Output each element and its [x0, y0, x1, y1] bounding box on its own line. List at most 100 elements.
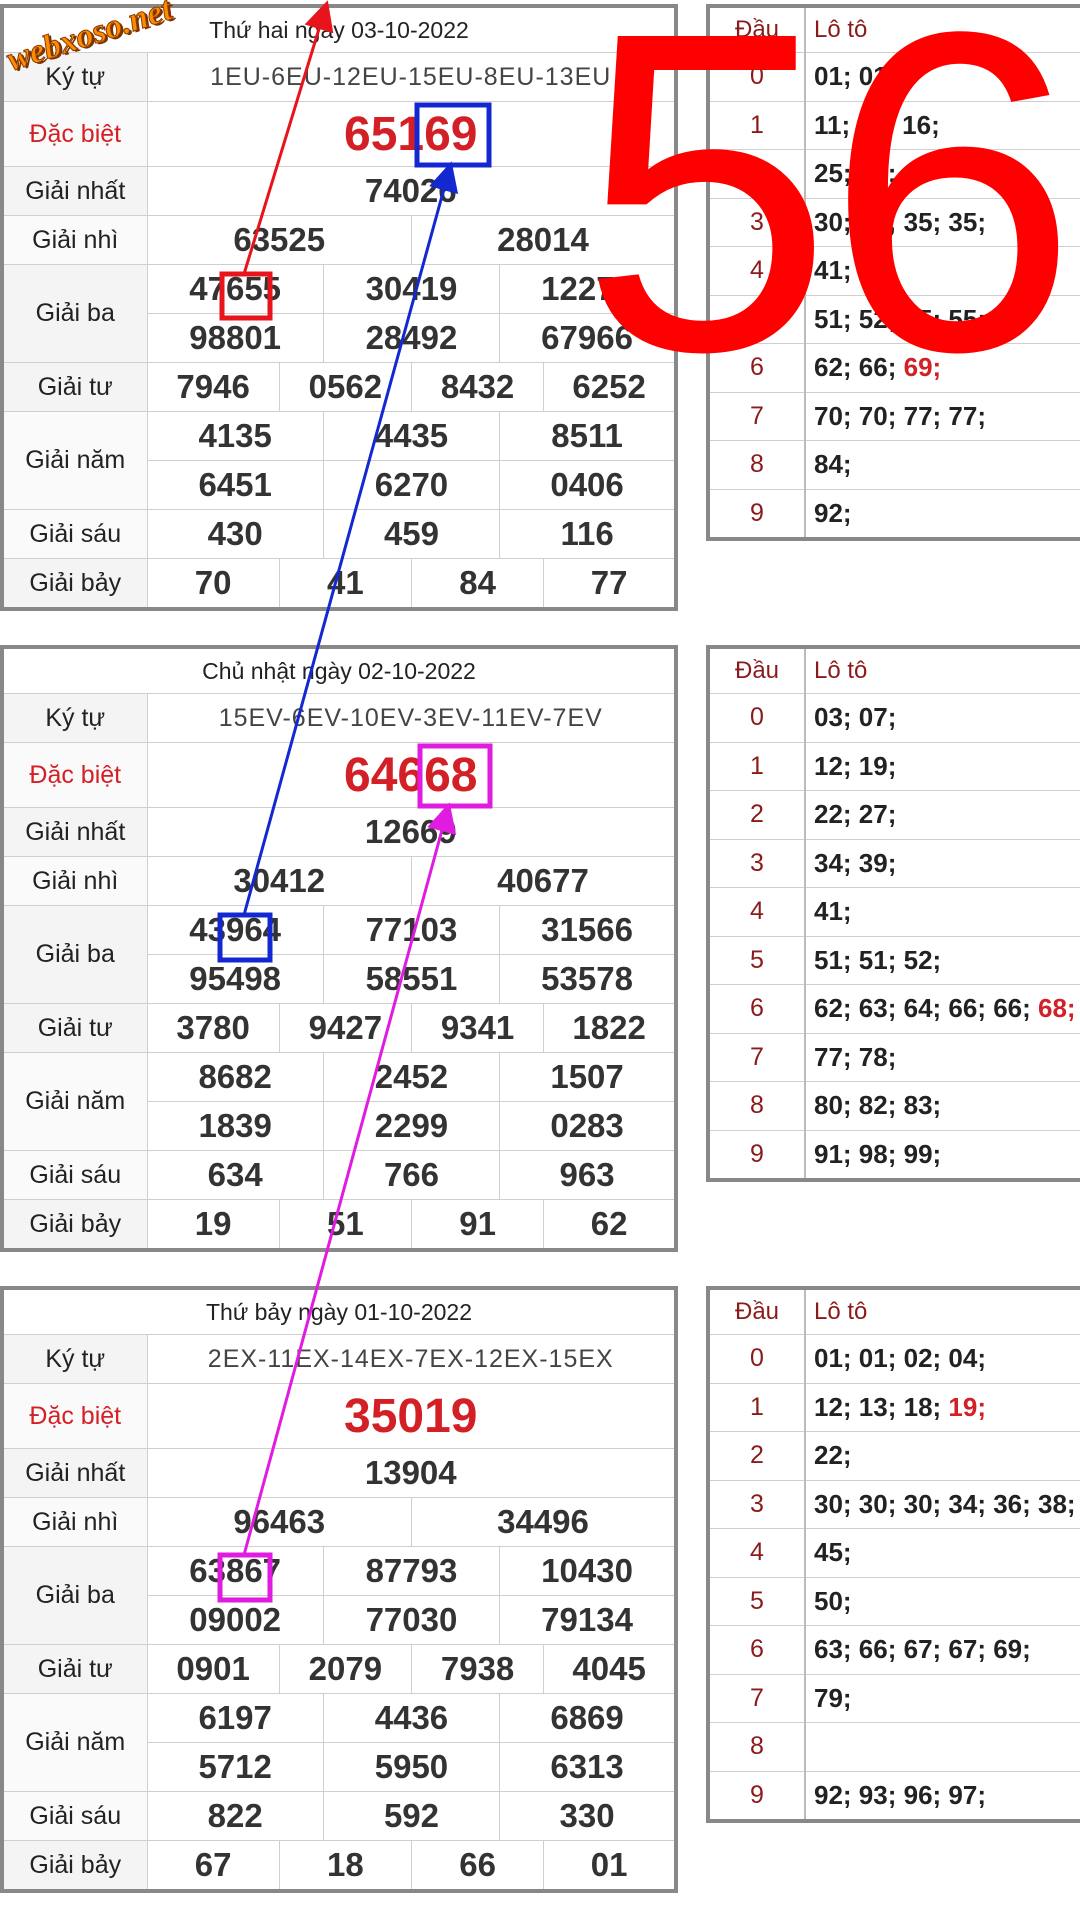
fifth-prize: 6313: [499, 1742, 677, 1792]
label-giai-nhi: Giải nhì: [1, 1497, 148, 1547]
first-prize: 74026: [146, 166, 677, 216]
loto-values-text: 22;: [814, 1440, 852, 1471]
loto-values: 92; 93; 96; 97;: [805, 1771, 1080, 1822]
loto-values: 30; 32; 35; 35;: [805, 198, 1080, 247]
seventh-prize: 91: [410, 1199, 545, 1251]
third-prize: 77030: [322, 1595, 501, 1645]
loto-values-text: 41;: [814, 255, 852, 286]
loto-row: 3 34; 39;: [708, 839, 1080, 888]
loto-values-text: 92;: [814, 497, 852, 528]
dau-digit: 3: [708, 1480, 806, 1529]
third-prize: 77103: [322, 905, 501, 955]
label-giai-tu: Giải tư: [1, 1644, 148, 1694]
date-title: Chủ nhật ngày 02-10-2022: [1, 646, 677, 694]
second-prize: 30412: [146, 856, 412, 906]
dau-digit: 7: [708, 392, 806, 441]
loto-row: 9 91; 98; 99;: [708, 1130, 1080, 1181]
loto-values-text: 92; 93; 96; 97;: [814, 1779, 986, 1810]
first-prize: 12669: [146, 807, 677, 857]
loto-row: 1 11; 14; 16;: [708, 101, 1080, 150]
seventh-prize: 62: [543, 1199, 677, 1251]
loto-values: 51; 52; 55; 55;: [805, 295, 1080, 344]
third-prize: 47655: [146, 264, 324, 314]
dau-digit: 5: [708, 936, 806, 985]
fifth-prize: 4135: [146, 411, 324, 461]
dau-digit: 0: [708, 1334, 806, 1384]
label-giai-sau: Giải sáu: [1, 1791, 148, 1841]
third-prize: 67966: [499, 313, 677, 363]
loto-values-text: 77; 78;: [814, 1041, 897, 1072]
loto-values: 22;: [805, 1431, 1080, 1481]
third-prize: 63867: [146, 1546, 324, 1596]
sixth-prize: 592: [322, 1791, 501, 1841]
loto-values: 77; 78;: [805, 1033, 1080, 1082]
dau-digit: 0: [708, 693, 806, 743]
loto-values: 45;: [805, 1528, 1080, 1578]
third-prize: 87793: [322, 1546, 501, 1596]
first-prize: 13904: [146, 1448, 677, 1498]
fifth-prize: 2299: [322, 1101, 501, 1151]
loto-row: 8: [708, 1722, 1080, 1772]
fifth-prize: 0406: [499, 460, 677, 510]
third-prize: 09002: [146, 1595, 324, 1645]
loto-values-text: 45;: [814, 1537, 852, 1568]
loto-values: 80; 82; 83;: [805, 1081, 1080, 1131]
dau-header: Đầu: [708, 1288, 806, 1335]
loto-values-text: 25; 26;: [814, 158, 897, 189]
label-giai-bay: Giải bảy: [1, 558, 148, 610]
special-prize: 35019: [146, 1383, 677, 1449]
dau-digit: 9: [708, 1130, 806, 1181]
loto-values-text: 62; 63; 64; 66; 66;: [814, 993, 1039, 1024]
sixth-prize: 822: [146, 1791, 324, 1841]
dau-digit: 7: [708, 1033, 806, 1082]
loto-values: [805, 1722, 1080, 1772]
dau-header: Đầu: [708, 647, 806, 694]
dau-digit: 0: [708, 52, 806, 102]
dau-digit: 2: [708, 149, 806, 199]
fourth-prize: 8432: [410, 362, 545, 412]
fourth-prize: 9341: [410, 1003, 545, 1053]
loto-row: 5 50;: [708, 1577, 1080, 1626]
fourth-prize: 9427: [278, 1003, 412, 1053]
dau-digit: 5: [708, 1577, 806, 1626]
loto-row: 3 30; 30; 30; 34; 36; 38;: [708, 1480, 1080, 1529]
loto-row: 5 51; 52; 55; 55;: [708, 295, 1080, 344]
loto-values: 22; 27;: [805, 790, 1080, 840]
loto-values-text: 11; 14; 16;: [814, 109, 940, 140]
dau-digit: 9: [708, 1771, 806, 1822]
fourth-prize: 0562: [278, 362, 412, 412]
fifth-prize: 1839: [146, 1101, 324, 1151]
loto-row: 6 62; 66; 69;: [708, 343, 1080, 393]
loto-row: 3 30; 32; 35; 35;: [708, 198, 1080, 247]
loto-values-text: 12; 13; 18;: [814, 1391, 949, 1422]
loto-row: 8 80; 82; 83;: [708, 1081, 1080, 1131]
fifth-prize: 0283: [499, 1101, 677, 1151]
fifth-prize: 5950: [322, 1742, 501, 1792]
ky-tu-value: 15EV-6EV-10EV-3EV-11EV-7EV: [146, 693, 677, 743]
seventh-prize: 70: [146, 558, 280, 610]
dau-header: Đầu: [708, 6, 806, 53]
seventh-prize: 66: [410, 1840, 545, 1892]
loto-values: 51; 51; 52;: [805, 936, 1080, 985]
label-giai-nhat: Giải nhất: [1, 166, 148, 216]
loto-table-day-1: Đầu Lô tô 0 03; 07; 1 12; 19; 2 22; 27; 3 34; 39;…: [706, 645, 1080, 1182]
loto-values-text: 91; 98; 99;: [814, 1138, 942, 1169]
label-ky-tu: Ký tự: [1, 52, 148, 102]
loto-values: 25; 26;: [805, 149, 1080, 199]
fourth-prize: 1822: [543, 1003, 677, 1053]
loto-values: 01; 01;: [805, 52, 1080, 102]
loto-values-text: 50;: [814, 1585, 852, 1616]
loto-values-text: 79;: [814, 1682, 852, 1713]
seventh-prize: 19: [146, 1199, 280, 1251]
dau-digit: 8: [708, 1722, 806, 1772]
fourth-prize: 6252: [543, 362, 677, 412]
fifth-prize: 6869: [499, 1693, 677, 1743]
loto-row: 7 70; 70; 77; 77;: [708, 392, 1080, 441]
result-table-day-0: Thứ hai ngày 03-10-2022 Ký tự 1EU-6EU-12E…: [0, 4, 678, 611]
loto-row: 2 25; 26;: [708, 149, 1080, 199]
loto-values: 03; 07;: [805, 693, 1080, 743]
loto-values-text: 01; 01; 02; 04;: [814, 1343, 986, 1374]
loto-row: 7 79;: [708, 1674, 1080, 1723]
third-prize: 95498: [146, 954, 324, 1004]
loto-values: 79;: [805, 1674, 1080, 1723]
